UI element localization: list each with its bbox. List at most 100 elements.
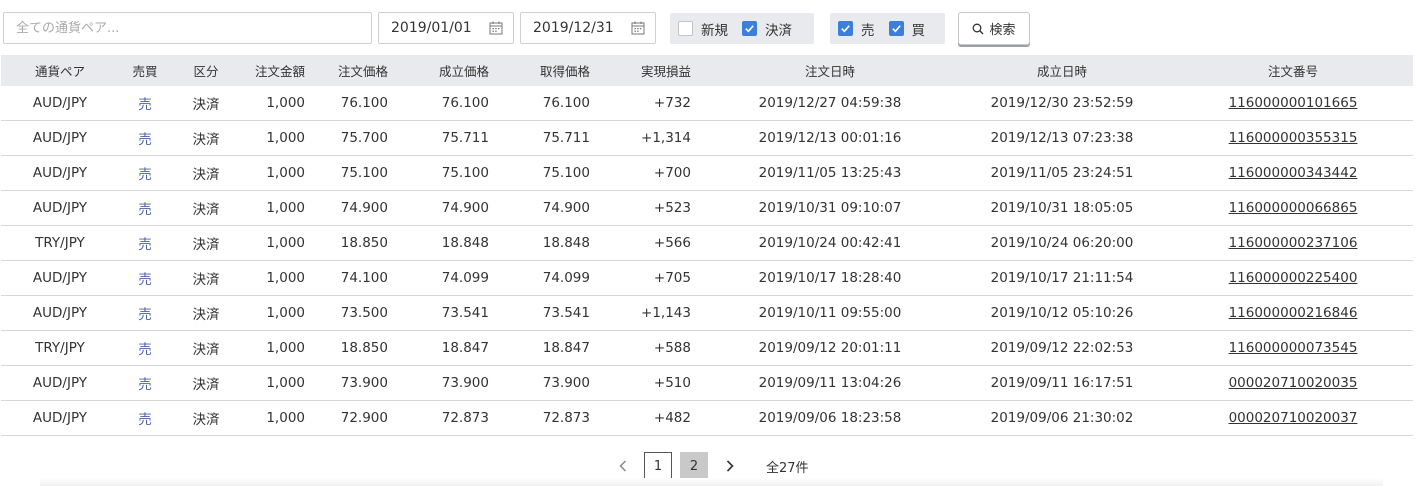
cell-side: 売 bbox=[119, 260, 171, 296]
side-sell-checkbox[interactable]: 売 bbox=[838, 19, 875, 39]
table-row[interactable]: AUD/JPY 売決済 1,000 73.900 73.900 73.900 +510 201… bbox=[1, 365, 1413, 401]
cell-fill-price: 74.900 bbox=[406, 190, 507, 226]
cell-order-id: 116000000225400 bbox=[1173, 260, 1413, 296]
cell-pair: AUD/JPY bbox=[1, 120, 119, 156]
cell-order-price: 18.850 bbox=[305, 330, 406, 366]
table-row[interactable]: AUD/JPY 売決済 1,000 75.700 75.711 75.711 +1,314 2… bbox=[1, 120, 1413, 156]
cell-type: 決済 bbox=[171, 330, 241, 366]
col-header-amount[interactable]: 注文金額 bbox=[241, 55, 305, 86]
search-button-label: 検索 bbox=[989, 23, 1016, 38]
table-row[interactable]: TRY/JPY 売決済 1,000 18.850 18.848 18.848 +566 201… bbox=[1, 225, 1413, 261]
table-row[interactable]: AUD/JPY 売決済 1,000 72.900 72.873 72.873 +482 201… bbox=[1, 400, 1413, 436]
order-id-link[interactable]: 116000000101665 bbox=[1229, 95, 1358, 111]
table-row[interactable]: AUD/JPY 売決済 1,000 73.500 73.541 73.541 +1,143 2… bbox=[1, 295, 1413, 331]
date-to-value: 2019/12/31 bbox=[533, 20, 614, 36]
type-settle-label: 決済 bbox=[765, 22, 792, 39]
calendar-icon[interactable] bbox=[631, 21, 645, 35]
cell-fill-price: 73.541 bbox=[406, 295, 507, 331]
cell-pnl: +523 bbox=[608, 190, 709, 226]
cell-fill-time: 2019/10/24 06:20:00 bbox=[951, 225, 1173, 261]
type-settle-checkbox[interactable]: 決済 bbox=[742, 19, 792, 39]
cell-pnl: +588 bbox=[608, 330, 709, 366]
cell-order-id: 000020710020037 bbox=[1173, 400, 1413, 436]
cell-cost-price: 72.873 bbox=[507, 400, 608, 436]
side-buy-checkbox[interactable]: 買 bbox=[888, 19, 926, 39]
checkbox-unchecked[interactable] bbox=[678, 21, 693, 36]
cell-fill-price: 75.100 bbox=[406, 155, 507, 191]
col-header-order-time[interactable]: 注文日時 bbox=[709, 55, 951, 86]
cell-order-time: 2019/12/13 00:01:16 bbox=[709, 120, 951, 156]
page-1-button[interactable]: 1 bbox=[644, 452, 672, 480]
col-header-side[interactable]: 売買 bbox=[119, 55, 171, 86]
col-header-fill-price[interactable]: 成立価格 bbox=[406, 55, 507, 86]
table-row[interactable]: TRY/JPY 売決済 1,000 18.850 18.847 18.847 +588 201… bbox=[1, 330, 1413, 366]
table-row[interactable]: AUD/JPY 売決済 1,000 74.900 74.900 74.900 +523 201… bbox=[1, 190, 1413, 226]
order-id-link[interactable]: 116000000073545 bbox=[1229, 340, 1358, 356]
cell-amount: 1,000 bbox=[241, 400, 305, 436]
cell-cost-price: 73.541 bbox=[507, 295, 608, 331]
cell-pair: AUD/JPY bbox=[1, 190, 119, 226]
next-page-button[interactable] bbox=[720, 452, 740, 480]
date-from-input[interactable]: 2019/01/01 bbox=[378, 12, 514, 44]
cell-type: 決済 bbox=[171, 155, 241, 191]
search-button[interactable]: 検索 bbox=[958, 12, 1030, 45]
col-header-pnl[interactable]: 実現損益 bbox=[608, 55, 709, 86]
cell-amount: 1,000 bbox=[241, 225, 305, 261]
order-id-link[interactable]: 116000000355315 bbox=[1229, 130, 1358, 146]
checkbox-checked[interactable] bbox=[838, 21, 853, 36]
side-buy-label: 買 bbox=[911, 22, 926, 39]
checkbox-checked[interactable] bbox=[742, 21, 757, 36]
table-header-row: 通貨ペア 売買 区分 注文金額 注文価格 成立価格 取得価格 実現損益 注文日時… bbox=[1, 55, 1413, 86]
cell-cost-price: 75.100 bbox=[507, 155, 608, 191]
cell-fill-price: 74.099 bbox=[406, 260, 507, 296]
cell-fill-price: 18.847 bbox=[406, 330, 507, 366]
check-icon bbox=[745, 25, 754, 33]
table-row[interactable]: AUD/JPY 売決済 1,000 75.100 75.100 75.100 +700 201… bbox=[1, 155, 1413, 191]
cell-amount: 1,000 bbox=[241, 365, 305, 401]
date-from-value: 2019/01/01 bbox=[391, 20, 472, 36]
order-id-link[interactable]: 116000000066865 bbox=[1229, 200, 1358, 216]
cell-type: 決済 bbox=[171, 86, 241, 121]
check-icon bbox=[841, 25, 850, 33]
cell-type: 決済 bbox=[171, 260, 241, 296]
order-id-link[interactable]: 000020710020037 bbox=[1229, 410, 1358, 426]
currency-pair-search-input[interactable] bbox=[3, 12, 372, 44]
order-id-link[interactable]: 000020710020035 bbox=[1229, 375, 1358, 391]
cell-pair: AUD/JPY bbox=[1, 400, 119, 436]
order-id-link[interactable]: 116000000237106 bbox=[1229, 235, 1358, 251]
cell-pair: TRY/JPY bbox=[1, 330, 119, 366]
cell-type: 決済 bbox=[171, 225, 241, 261]
col-header-fill-time[interactable]: 成立日時 bbox=[951, 55, 1173, 86]
type-new-checkbox[interactable]: 新規 bbox=[678, 19, 728, 39]
col-header-pair[interactable]: 通貨ペア bbox=[1, 55, 119, 86]
cell-order-price: 75.100 bbox=[305, 155, 406, 191]
cell-side: 売 bbox=[119, 86, 171, 121]
order-id-link[interactable]: 116000000343442 bbox=[1229, 165, 1358, 181]
col-header-order-price[interactable]: 注文価格 bbox=[305, 55, 406, 86]
page-2-button[interactable]: 2 bbox=[680, 452, 708, 480]
checkbox-checked[interactable] bbox=[888, 21, 904, 36]
cell-side: 売 bbox=[119, 155, 171, 191]
cell-pair: AUD/JPY bbox=[1, 260, 119, 296]
cell-order-price: 72.900 bbox=[305, 400, 406, 436]
cell-pair: AUD/JPY bbox=[1, 365, 119, 401]
table-row[interactable]: AUD/JPY 売決済 1,000 76.100 76.100 76.100 +732 201… bbox=[1, 86, 1413, 121]
col-header-type[interactable]: 区分 bbox=[171, 55, 241, 86]
date-to-input[interactable]: 2019/12/31 bbox=[520, 12, 656, 44]
chevron-right-icon bbox=[726, 460, 734, 472]
cell-amount: 1,000 bbox=[241, 330, 305, 366]
col-header-order-id[interactable]: 注文番号 bbox=[1173, 55, 1413, 86]
calendar-icon[interactable] bbox=[489, 21, 503, 35]
cell-pnl: +700 bbox=[608, 155, 709, 191]
cell-order-time: 2019/10/11 09:55:00 bbox=[709, 295, 951, 331]
order-id-link[interactable]: 116000000225400 bbox=[1229, 270, 1358, 286]
cell-order-time: 2019/09/11 13:04:26 bbox=[709, 365, 951, 401]
col-header-cost-price[interactable]: 取得価格 bbox=[507, 55, 608, 86]
prev-page-button[interactable] bbox=[613, 452, 633, 480]
cell-order-time: 2019/10/24 00:42:41 bbox=[709, 225, 951, 261]
table-row[interactable]: AUD/JPY 売決済 1,000 74.100 74.099 74.099 +705 201… bbox=[1, 260, 1413, 296]
order-id-link[interactable]: 116000000216846 bbox=[1229, 305, 1358, 321]
filter-bar: 2019/01/01 2019/12/31 bbox=[3, 12, 1423, 46]
cell-amount: 1,000 bbox=[241, 295, 305, 331]
cell-order-price: 76.100 bbox=[305, 86, 406, 121]
